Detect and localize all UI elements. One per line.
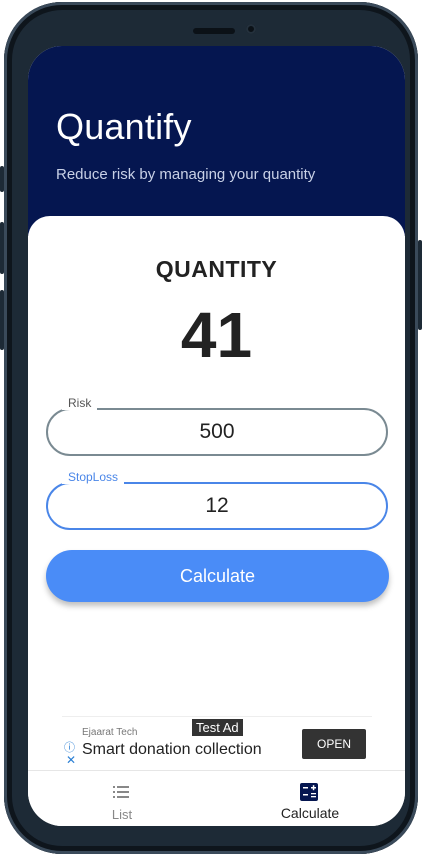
list-icon <box>113 786 129 798</box>
risk-field-label: Risk <box>62 396 98 410</box>
calculator-card: QUANTITY 41 Risk 500 StopLoss 12 Calcula… <box>28 216 405 776</box>
app-header: Quantify Reduce risk by managing your qu… <box>28 46 405 236</box>
quantity-value: 41 <box>180 299 253 371</box>
app-subtitle: Reduce risk by managing your quantity <box>56 166 316 183</box>
stoploss-field-label: StopLoss <box>62 470 125 484</box>
app-title: Quantify <box>56 106 192 147</box>
side-button-left-mid <box>0 222 4 274</box>
nav-item-list[interactable]: List <box>28 771 216 826</box>
app-screen: Quantify Reduce risk by managing your qu… <box>28 46 405 826</box>
ad-source: Ejaarat Tech <box>82 727 138 738</box>
ad-open-button[interactable]: OPEN <box>302 729 366 759</box>
side-button-left-top <box>0 166 4 192</box>
calculate-button[interactable]: Calculate <box>46 550 389 602</box>
front-camera <box>246 24 256 34</box>
test-ad-badge: Test Ad <box>192 719 243 736</box>
risk-field[interactable]: Risk 500 <box>46 396 388 456</box>
quantity-label: QUANTITY <box>155 256 278 282</box>
risk-field-value[interactable]: 500 <box>48 420 386 444</box>
ad-banner[interactable]: Test Ad Ejaarat Tech ⓘ ✕ Smart donation … <box>62 716 372 771</box>
side-button-right <box>418 240 422 330</box>
nav-item-list-label: List <box>111 807 133 822</box>
phone-frame: Quantify Reduce risk by managing your qu… <box>4 2 418 854</box>
stoploss-field-value[interactable]: 12 <box>48 494 386 518</box>
nav-item-calculate[interactable]: Calculate <box>216 771 404 826</box>
calculator-icon <box>300 783 318 801</box>
speaker-grille <box>193 28 235 34</box>
nav-item-calculate-label: Calculate <box>280 805 340 821</box>
ad-headline[interactable]: Smart donation collection <box>82 741 262 759</box>
bottom-navigation: List Calculate <box>28 770 405 826</box>
side-button-left-bottom <box>0 290 4 350</box>
close-icon[interactable]: ✕ <box>66 753 76 767</box>
stoploss-field[interactable]: StopLoss 12 <box>46 470 388 530</box>
